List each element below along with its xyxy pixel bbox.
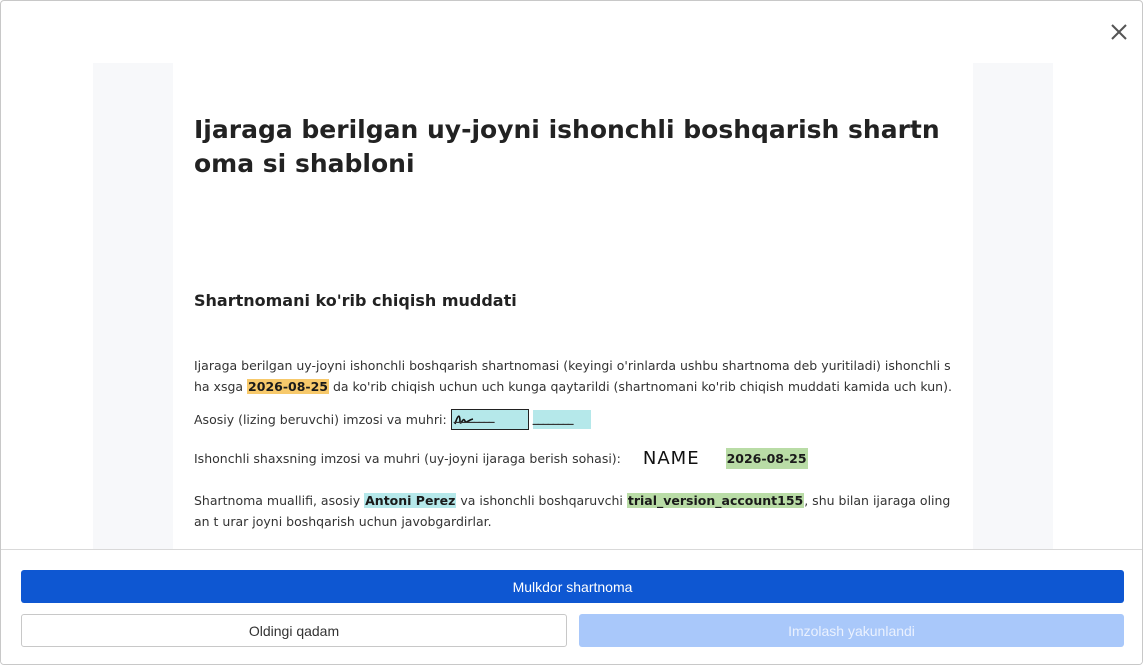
owner-contract-button[interactable]: Mulkdor shartnoma [21,570,1124,603]
date-field[interactable]: 2026-08-25 [247,379,330,394]
para4-text-middle: va ishonchli boshqaruvchi [456,493,627,508]
review-period-paragraph: Ijaraga berilgan uy-joyni ishonchli bosh… [194,355,954,397]
para4-text-before: Shartnoma muallifi, asosiy [194,493,365,508]
previous-step-button[interactable]: Oldingi qadam [21,614,567,647]
dialog-footer: Mulkdor shartnoma Oldingi qadam Imzolash… [1,549,1142,664]
trustee-signature-label: Ishonchli shaxsning imzosi va muhri (uy-… [194,451,621,466]
principal-signature-label: Asosiy (lizing beruvchi) imzosi va muhri… [194,412,447,427]
principal-signature-paragraph: Asosiy (lizing beruvchi) imzosi va muhri… [194,409,954,430]
stamp-field[interactable]: ________ [532,410,591,429]
document-title: Ijaraga berilgan uy-joyni ishonchli bosh… [194,115,940,178]
signature-blank: ________ [453,409,495,423]
close-icon [1111,24,1127,40]
section-heading: Shartnomani ko'rib chiqish muddati [194,291,517,310]
trustee-signature-paragraph: Ishonchli shaxsning imzosi va muhri (uy-… [194,448,954,469]
name-stamp[interactable]: NAME [643,448,700,469]
responsibility-paragraph: Shartnoma muallifi, asosiy Antoni Perez … [194,490,954,532]
para1-text-after: da ko'rib chiqish uchun uch kunga qaytar… [329,379,952,394]
manager-account-field[interactable]: trial_version_account155 [626,493,805,508]
finish-signing-button[interactable]: Imzolash yakunlandi [579,614,1124,647]
signature-field[interactable]: ________ [450,409,529,430]
trustee-date-field[interactable]: 2026-08-25 [725,448,808,469]
signing-dialog: Ijaraga berilgan uy-joyni ishonchli bosh… [0,0,1143,665]
close-button[interactable] [1108,21,1130,43]
principal-name-field[interactable]: Antoni Perez [364,493,457,508]
